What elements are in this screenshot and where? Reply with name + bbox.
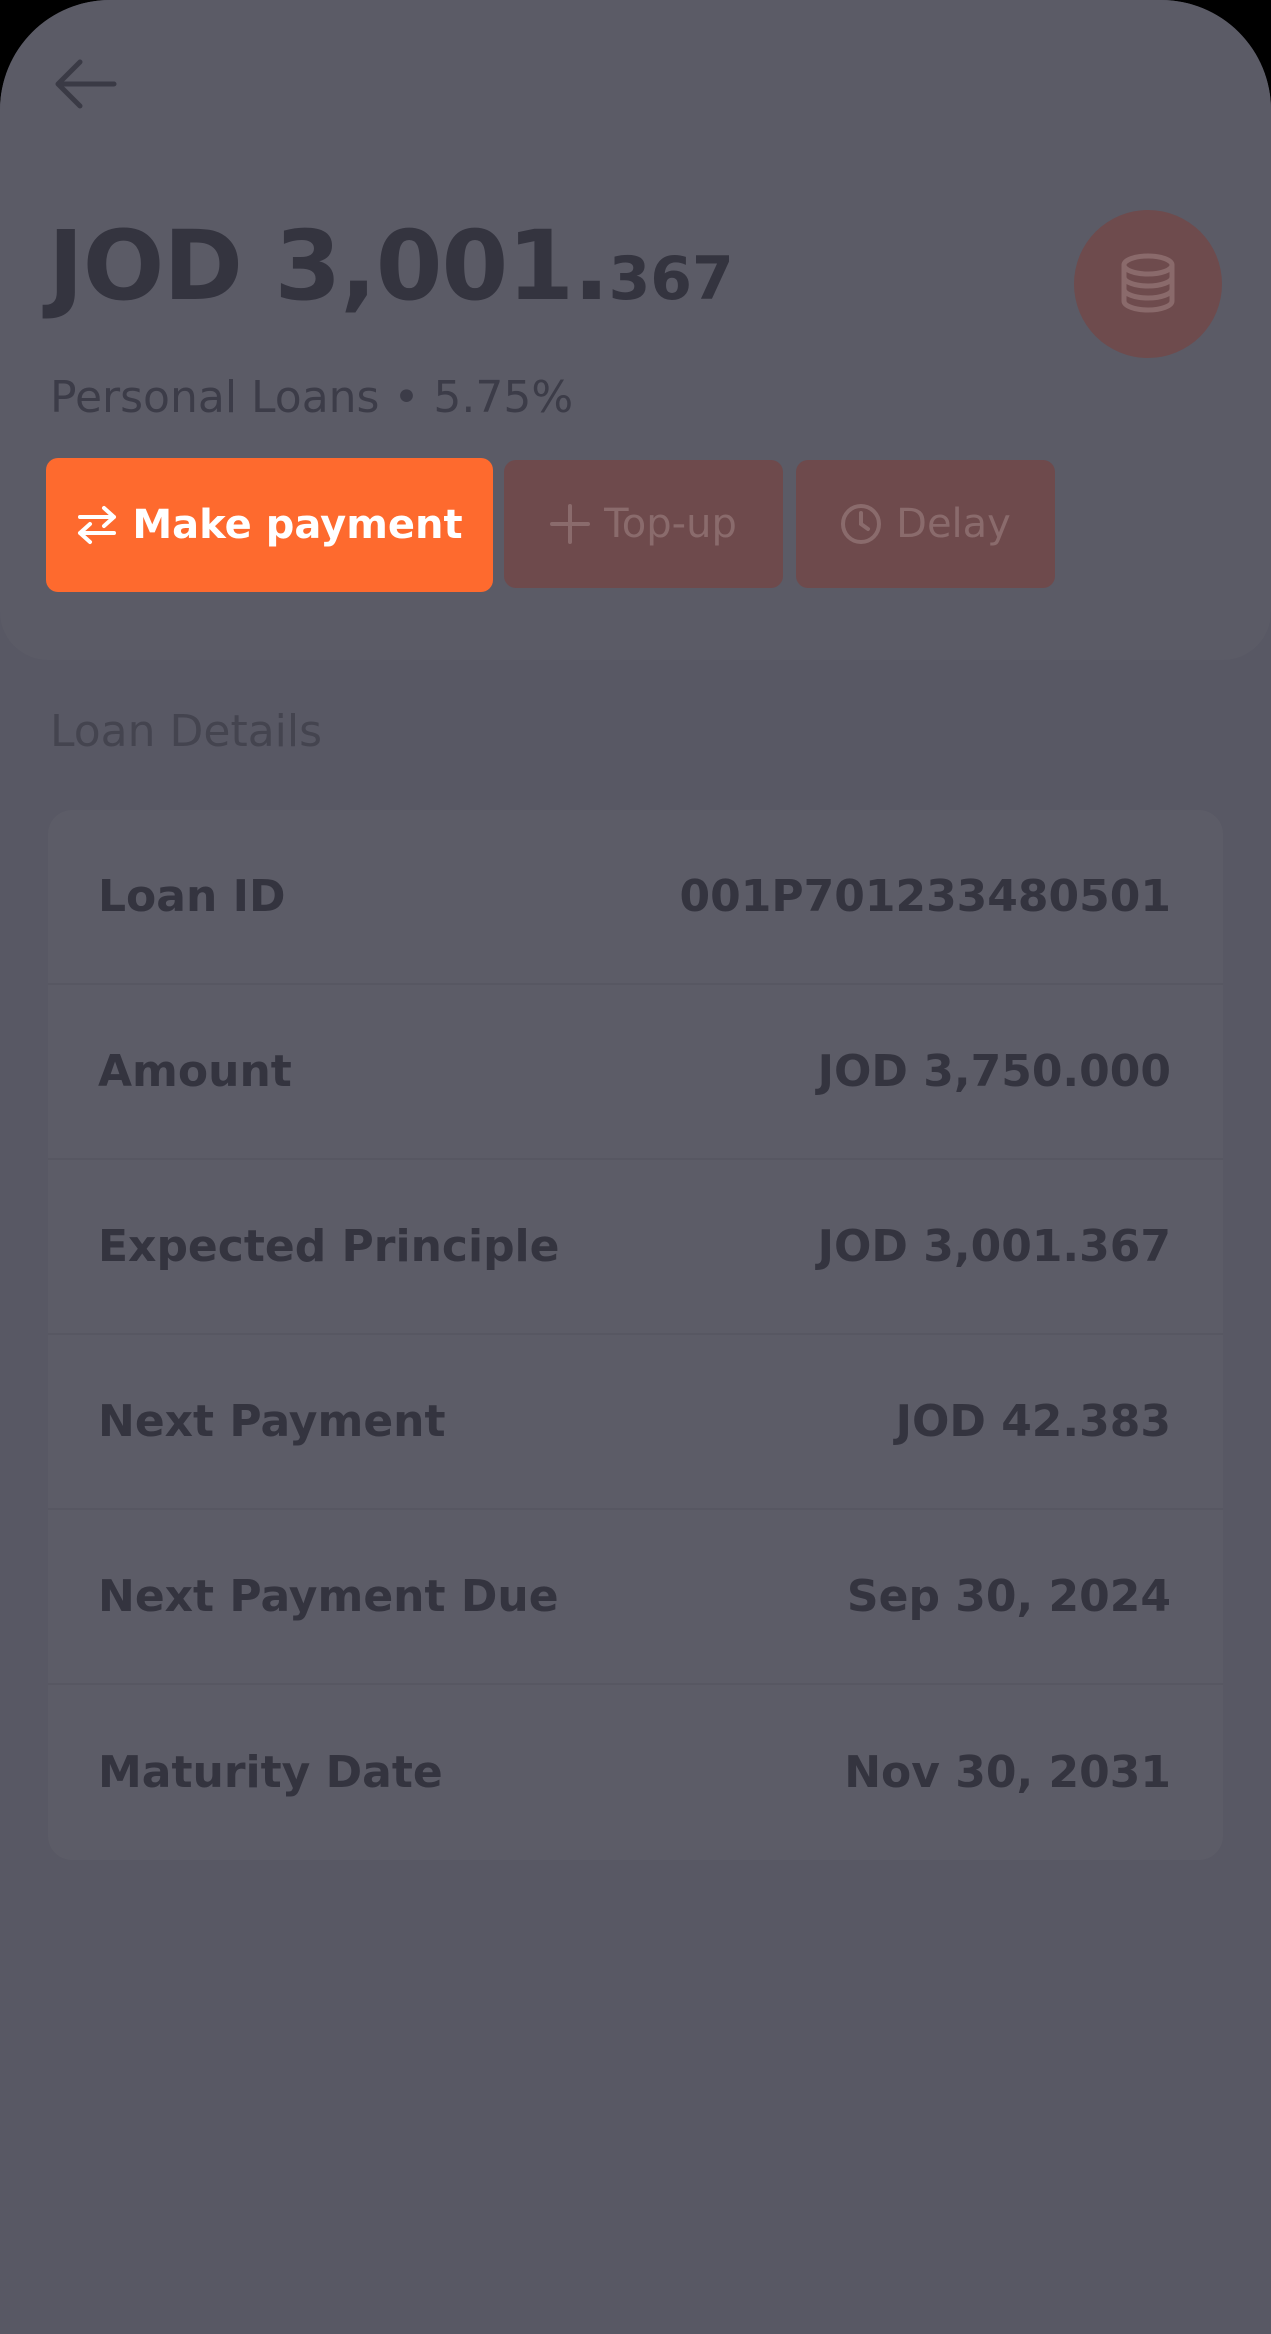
detail-value: JOD 42.383 xyxy=(895,1396,1171,1447)
make-payment-button[interactable]: Make payment xyxy=(46,458,493,592)
detail-label: Next Payment xyxy=(98,1396,446,1447)
detail-label: Loan ID xyxy=(98,871,286,922)
back-button[interactable] xyxy=(40,44,130,124)
coins-stack-icon xyxy=(1121,253,1175,313)
detail-row-maturity-date: Maturity Date Nov 30, 2031 xyxy=(48,1685,1223,1860)
detail-row-amount: Amount JOD 3,750.000 xyxy=(48,985,1223,1160)
detail-value: JOD 3,750.000 xyxy=(817,1046,1171,1097)
swap-arrows-icon xyxy=(78,506,117,544)
top-up-label: Top-up xyxy=(604,501,737,547)
make-payment-label: Make payment xyxy=(132,502,463,548)
detail-row-expected-principle: Expected Principle JOD 3,001.367 xyxy=(48,1160,1223,1335)
loan-screen: JOD 3,001.367 Personal Loans • 5.75% Mak… xyxy=(0,0,1271,2334)
loan-details-card: Loan ID 001P701233480501 Amount JOD 3,75… xyxy=(48,810,1223,1860)
loan-balance: JOD 3,001.367 xyxy=(48,218,734,314)
detail-label: Next Payment Due xyxy=(98,1571,559,1622)
arrow-left-icon xyxy=(55,59,117,109)
plus-icon xyxy=(550,504,591,544)
top-up-button[interactable]: Top-up xyxy=(504,460,783,588)
detail-value: Sep 30, 2024 xyxy=(846,1571,1171,1622)
detail-label: Expected Principle xyxy=(98,1221,560,1272)
delay-button[interactable]: Delay xyxy=(796,460,1055,588)
loan-badge xyxy=(1074,210,1222,358)
detail-value: JOD 3,001.367 xyxy=(817,1221,1171,1272)
detail-row-next-payment-due: Next Payment Due Sep 30, 2024 xyxy=(48,1510,1223,1685)
detail-row-loan-id: Loan ID 001P701233480501 xyxy=(48,810,1223,985)
loan-details-title: Loan Details xyxy=(50,706,323,757)
balance-minor: 367 xyxy=(608,244,734,314)
detail-value: 001P701233480501 xyxy=(679,871,1171,922)
detail-row-next-payment: Next Payment JOD 42.383 xyxy=(48,1335,1223,1510)
detail-label: Amount xyxy=(98,1046,292,1097)
detail-label: Maturity Date xyxy=(98,1747,443,1798)
loan-header: JOD 3,001.367 Personal Loans • 5.75% Mak… xyxy=(0,0,1271,660)
delay-label: Delay xyxy=(896,501,1011,547)
detail-value: Nov 30, 2031 xyxy=(844,1747,1171,1798)
balance-major: JOD 3,001. xyxy=(48,210,610,322)
clock-icon xyxy=(841,504,882,544)
loan-type-rate: Personal Loans • 5.75% xyxy=(50,372,574,423)
